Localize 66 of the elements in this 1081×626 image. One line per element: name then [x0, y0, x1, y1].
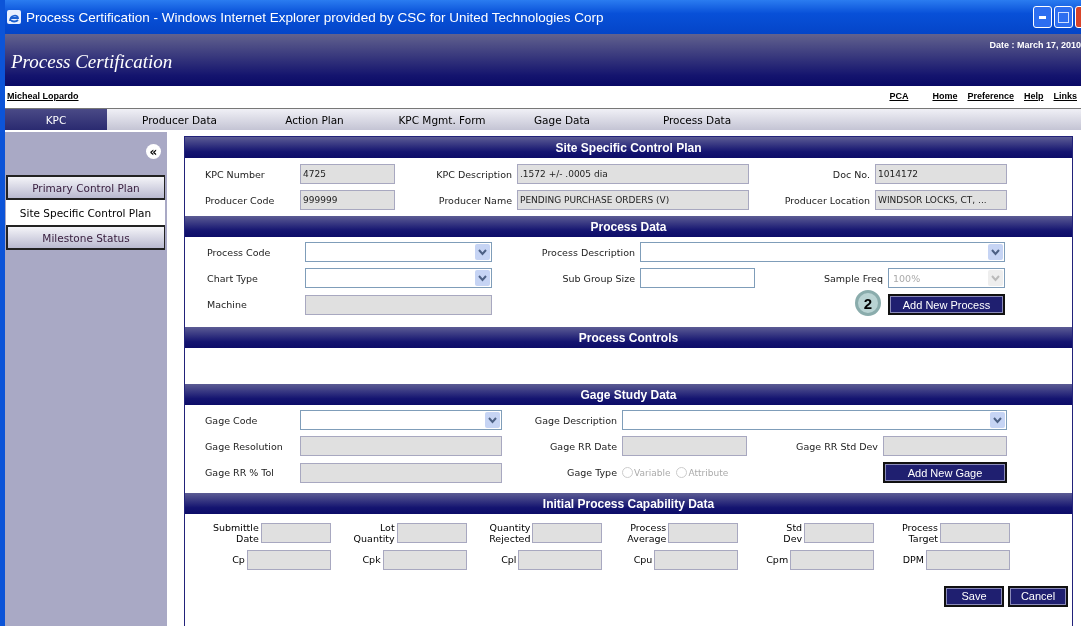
field-label: Std Dev: [783, 522, 804, 545]
field-label: Producer Name: [437, 194, 513, 206]
tab[interactable]: Action Plan: [252, 109, 377, 130]
field-label: Cp: [232, 554, 246, 566]
field-label: Cpm: [766, 554, 790, 566]
field-label: Process Code: [207, 246, 272, 258]
field-label: Sub Group Size: [561, 272, 636, 284]
field-label: Chart Type: [207, 272, 259, 284]
field-label: DPM: [902, 554, 925, 566]
nav-link[interactable]: PCA: [889, 91, 909, 101]
window-title: Process Certification - Windows Internet Explorer provided by CSC for United Technologies Corp: [26, 9, 605, 25]
readonly-field[interactable]: 4725: [300, 164, 395, 184]
cancel-button[interactable]: Cancel: [1008, 585, 1068, 607]
date-text: Date : March 17, 2010: [989, 40, 1081, 50]
field-label: Doc No.: [831, 168, 871, 180]
field-label: Gage RR Std Dev: [795, 440, 879, 452]
nav-link[interactable]: Links: [1053, 91, 1077, 101]
tab[interactable]: Producer Data: [107, 109, 252, 130]
field-label: Process Average: [627, 522, 668, 545]
field-label: KPC Number: [205, 168, 266, 180]
tab[interactable]: KPC: [5, 109, 107, 130]
sidebar-item[interactable]: Primary Control Plan: [6, 175, 165, 200]
nav-link[interactable]: Home: [932, 91, 958, 101]
app-title: Process Certification: [11, 51, 173, 73]
field-label: Gage Type: [566, 467, 618, 478]
nav-link[interactable]: Preference: [967, 91, 1014, 101]
field-label: Process Description: [540, 246, 636, 258]
readonly-field[interactable]: PENDING PURCHASE ORDERS (V): [517, 190, 749, 210]
readonly-field[interactable]: 999999: [300, 190, 395, 210]
tab[interactable]: Gage Data: [507, 109, 617, 130]
field-label: KPC Description: [435, 168, 513, 180]
section-header: Gage Study Data: [185, 384, 1072, 405]
step-badge: 2: [855, 290, 881, 316]
readonly-field[interactable]: 1014172: [875, 164, 1007, 184]
field-label: Gage Resolution: [205, 440, 284, 452]
field-label: Cpk: [362, 554, 382, 566]
section-header: Process Controls: [185, 327, 1072, 348]
sidebar-item[interactable]: Milestone Status: [6, 225, 165, 250]
field-label: Sample Freq: [823, 272, 884, 284]
field-label: Producer Location: [783, 194, 871, 206]
field-label: Process Target: [901, 522, 939, 545]
field-label: Lot Quantity: [353, 522, 396, 545]
field-label: Cpu: [633, 554, 654, 566]
tab[interactable]: Process Data: [617, 109, 777, 130]
readonly-field[interactable]: .1572 +/- .0005 dia: [517, 164, 749, 184]
add-button[interactable]: Add New Process: [888, 294, 1005, 315]
field-label: Quantity Rejected: [489, 522, 532, 545]
user-link[interactable]: Micheal Lopardo: [7, 91, 79, 101]
field-label: Gage Description: [533, 414, 618, 426]
field-label: Gage RR % Tol: [205, 467, 275, 478]
tab[interactable]: KPC Mgmt. Form: [377, 109, 507, 130]
save-button[interactable]: Save: [944, 585, 1004, 607]
field-label: Cpl: [501, 554, 518, 566]
field-label: Producer Code: [205, 194, 276, 206]
sidebar-item[interactable]: Site Specific Control Plan: [6, 200, 165, 225]
field-label: Gage Code: [205, 414, 259, 426]
readonly-field[interactable]: WINDSOR LOCKS, CT, ...: [875, 190, 1007, 210]
field-label: Submittle Date: [212, 522, 260, 545]
section-header: Process Data: [185, 216, 1072, 237]
field-label: Machine: [207, 299, 248, 310]
add-button[interactable]: Add New Gage: [883, 462, 1007, 483]
section-header: Initial Process Capability Data: [185, 493, 1072, 514]
collapse-button[interactable]: «: [146, 144, 161, 159]
field-label: Gage RR Date: [549, 440, 618, 452]
nav-link[interactable]: Help: [1023, 91, 1044, 101]
section-header: Site Specific Control Plan: [185, 137, 1072, 158]
